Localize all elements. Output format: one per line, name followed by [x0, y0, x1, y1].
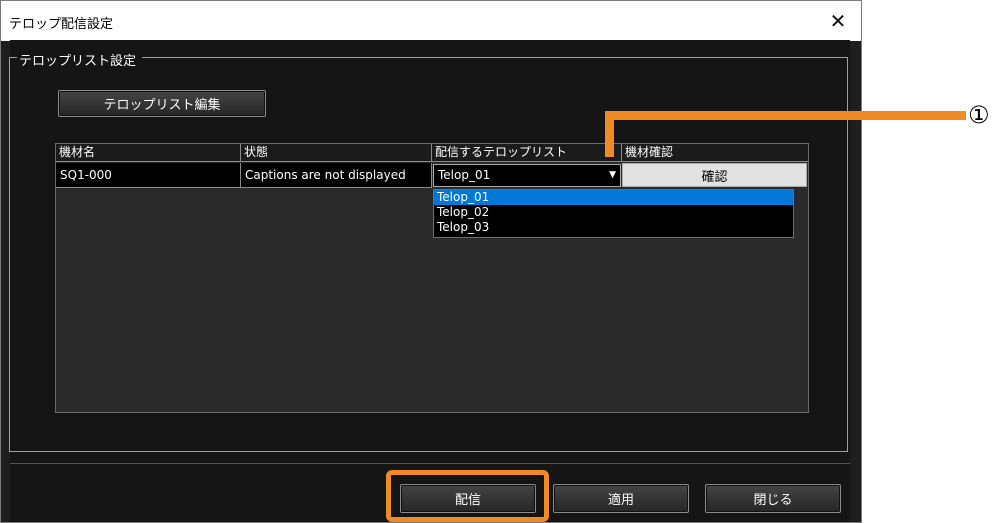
dropdown-option[interactable]: Telop_03 — [434, 220, 793, 235]
confirm-device-button[interactable]: 確認 — [622, 163, 807, 187]
window-title: テロップ配信設定 — [9, 17, 114, 32]
callout-number: ① — [966, 101, 992, 129]
telop-list-dropdown: Telop_01 Telop_02 Telop_03 — [433, 189, 794, 238]
cell-device-name: SQ1-000 — [56, 163, 241, 187]
footer-separator — [10, 463, 850, 464]
callout-line-horizontal — [605, 111, 975, 120]
edit-telop-list-button[interactable]: テロップリスト編集 — [58, 90, 266, 117]
close-button[interactable]: 閉じる — [705, 484, 841, 513]
column-header-telop-list[interactable]: 配信するテロップリスト — [432, 144, 622, 161]
cell-status: Captions are not displayed — [241, 163, 432, 187]
group-legend: テロップリスト設定 — [17, 50, 143, 69]
telop-list-select-value: Telop_01 — [438, 168, 491, 182]
row-divider — [56, 187, 432, 188]
title-bar: テロップ配信設定 ✕ — [1, 1, 861, 41]
chevron-down-icon[interactable]: ▼ — [609, 165, 616, 186]
dropdown-option[interactable]: Telop_01 — [434, 190, 793, 205]
header-divider — [56, 161, 808, 162]
callout-line-vertical — [605, 115, 614, 157]
close-icon[interactable]: ✕ — [815, 1, 861, 41]
deliver-button-highlight — [386, 470, 549, 522]
telop-list-select[interactable]: Telop_01 ▼ — [433, 164, 621, 187]
apply-button[interactable]: 適用 — [553, 484, 689, 513]
dropdown-option[interactable]: Telop_02 — [434, 205, 793, 220]
column-header-status[interactable]: 状態 — [241, 144, 432, 161]
column-header-device[interactable]: 機材名 — [56, 144, 241, 161]
column-header-confirm[interactable]: 機材確認 — [622, 144, 808, 161]
